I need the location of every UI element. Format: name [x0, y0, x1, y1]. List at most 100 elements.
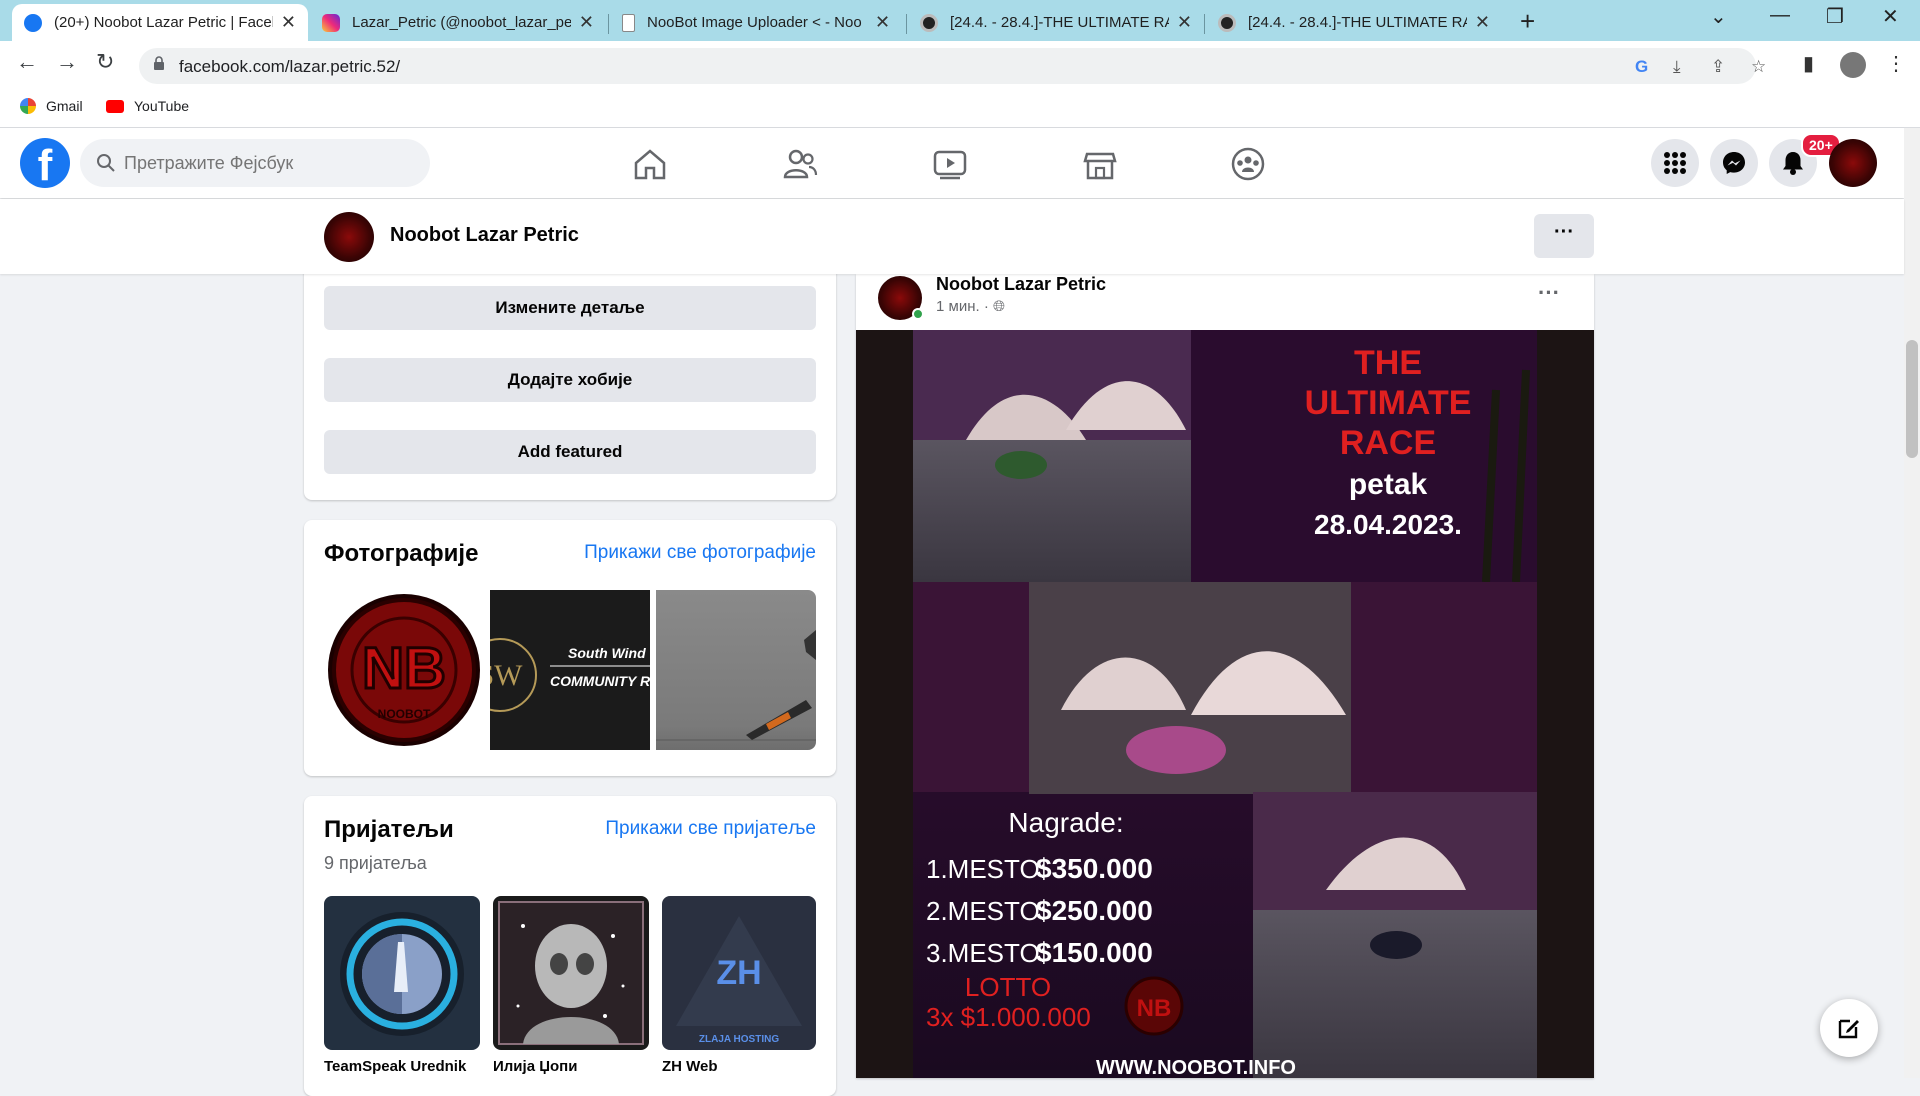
address-bar[interactable]: facebook.com/lazar.petric.52/ G ⤓ ⇪ ☆	[139, 48, 1766, 84]
install-app-icon[interactable]: ⤓	[1673, 57, 1681, 77]
bookmark-star-icon[interactable]: ☆	[1751, 57, 1766, 77]
friends-title[interactable]: Пријатељи	[324, 816, 454, 844]
scrollbar-thumb[interactable]	[1906, 340, 1918, 458]
share-icon[interactable]: ⇪	[1711, 57, 1725, 77]
close-window-button[interactable]: ✕	[1882, 4, 1899, 29]
friend-photo[interactable]	[324, 896, 480, 1050]
friend-photo[interactable]	[493, 896, 649, 1050]
friends-count: 9 пријатеља	[324, 853, 427, 873]
tab-image-uploader[interactable]: NooBot Image Uploader < - Noo ✕	[610, 4, 906, 41]
friend-photo[interactable]: ZH ZLAJA HOSTING	[662, 896, 816, 1050]
friends-card: Пријатељи Прикажи све пријатеље 9 пријат…	[304, 796, 836, 1096]
poster-prize2-label: 2.MESTO:	[926, 896, 1047, 926]
game-scene-image	[656, 630, 816, 741]
reload-icon[interactable]: ↻	[96, 49, 114, 75]
add-hobbies-button[interactable]: Додајте хобије	[324, 358, 816, 402]
tab-ultimate-race-1[interactable]: [24.4. - 28.4.]-THE ULTIMATE RAC ✕	[908, 4, 1204, 41]
poster-lotto-value: 3x $1.000.000	[926, 1002, 1091, 1032]
feed-post: Noobot Lazar Petric 1 мин. · 🌐︎ ··· THE …	[856, 274, 1594, 1078]
minimize-button[interactable]: —	[1770, 4, 1790, 27]
tab-title: Lazar_Petric (@noobot_lazar_petr	[352, 14, 571, 31]
marketplace-icon[interactable]	[1082, 146, 1118, 182]
tab-search-icon[interactable]: ⌄	[1710, 4, 1727, 29]
menu-grid-button[interactable]	[1651, 139, 1699, 187]
tab-instagram[interactable]: Lazar_Petric (@noobot_lazar_petr ✕	[310, 4, 606, 41]
friends-icon[interactable]	[782, 146, 818, 182]
photo-thumbnail[interactable]	[656, 590, 816, 750]
poster-day: petak	[1349, 468, 1428, 501]
groups-icon[interactable]	[1230, 146, 1266, 182]
new-message-button[interactable]	[1820, 999, 1878, 1057]
friend-name[interactable]: ZH Web	[662, 1058, 718, 1075]
poster-lotto-label: LOTTO	[965, 972, 1051, 1002]
browser-tab-bar: (20+) Noobot Lazar Petric | Faceb ✕ Laza…	[0, 0, 1920, 41]
page-scrollbar[interactable]	[1904, 128, 1920, 1078]
see-all-photos-link[interactable]: Прикажи све фотографије	[584, 542, 816, 564]
add-featured-button[interactable]: Add featured	[324, 430, 816, 474]
zh-hosting-logo-image: ZH ZLAJA HOSTING	[676, 916, 802, 1045]
gear-favicon-icon	[920, 13, 938, 32]
messenger-button[interactable]	[1710, 139, 1758, 187]
close-tab-icon[interactable]: ✕	[1177, 12, 1192, 33]
bookmark-gmail[interactable]: Gmail	[20, 98, 83, 114]
photo-thumbnail[interactable]: SW South Wind COMMUNITY R	[490, 590, 650, 750]
edit-details-button[interactable]: Измените детаље	[324, 286, 816, 330]
tab-title: NooBot Image Uploader < - Noo	[647, 14, 862, 31]
zh-logo-text: ZH	[716, 954, 761, 992]
messenger-icon	[1723, 152, 1745, 174]
google-lens-icon[interactable]: G	[1635, 57, 1648, 77]
poster-website: WWW.NOOBOT.INFO	[1096, 1057, 1296, 1078]
instagram-favicon-icon	[322, 13, 340, 32]
profile-avatar[interactable]	[1840, 52, 1866, 78]
poster-nb-logo: NB	[1137, 995, 1172, 1022]
poster-prize3-value: $150.000	[1036, 937, 1153, 968]
chrome-menu-icon[interactable]: ⋮	[1886, 51, 1906, 76]
poster-prize1-label: 1.MESTO:	[926, 854, 1047, 884]
profile-avatar[interactable]	[324, 212, 374, 262]
poster-prize3-label: 3.MESTO:	[926, 938, 1047, 968]
maximize-button[interactable]: ❐	[1826, 4, 1844, 29]
tab-ultimate-race-2[interactable]: [24.4. - 28.4.]-THE ULTIMATE RAC ✕	[1206, 4, 1502, 41]
post-author-name[interactable]: Noobot Lazar Petric	[936, 274, 1106, 295]
profile-more-button[interactable]: ···	[1534, 214, 1594, 258]
friend-name[interactable]: TeamSpeak Urednik	[324, 1058, 466, 1075]
new-tab-button[interactable]: +	[1520, 6, 1535, 37]
tab-facebook[interactable]: (20+) Noobot Lazar Petric | Faceb ✕	[12, 4, 308, 41]
url-text: facebook.com/lazar.petric.52/	[179, 57, 401, 76]
close-tab-icon[interactable]: ✕	[875, 12, 890, 33]
photos-card: Фотографије Прикажи све фотографије NB N…	[304, 520, 836, 776]
post-timestamp[interactable]: 1 мин. · 🌐︎	[936, 298, 1005, 315]
poster-title-line3: RACE	[1340, 424, 1436, 462]
bookmark-youtube[interactable]: YouTube	[106, 98, 189, 114]
see-all-friends-link[interactable]: Прикажи све пријатеље	[605, 818, 816, 840]
close-tab-icon[interactable]: ✕	[579, 12, 594, 33]
tab-separator	[608, 14, 609, 34]
post-more-button[interactable]: ···	[1538, 280, 1560, 306]
gear-favicon-icon	[1218, 13, 1236, 32]
poster-title-line1: THE	[1354, 344, 1422, 382]
account-avatar[interactable]	[1829, 139, 1877, 187]
side-panel-icon[interactable]: ▮	[1803, 51, 1814, 76]
facebook-header: f 20+	[0, 128, 1904, 198]
photo-thumbnail[interactable]: NB NOOBOT	[324, 590, 484, 750]
forward-arrow-icon[interactable]: →	[56, 49, 78, 75]
close-tab-icon[interactable]: ✕	[281, 12, 296, 33]
tab-separator	[906, 14, 907, 34]
back-arrow-icon[interactable]: ←	[16, 49, 38, 75]
photo-caption-line2: COMMUNITY R	[550, 673, 650, 689]
search-input[interactable]	[80, 139, 430, 187]
south-wind-image: SW South Wind COMMUNITY R	[490, 638, 650, 712]
home-icon[interactable]	[632, 146, 668, 182]
bookmark-label: Gmail	[46, 98, 83, 114]
search-icon	[97, 154, 115, 172]
close-tab-icon[interactable]: ✕	[1475, 12, 1490, 33]
friend-name[interactable]: Илија Џопи	[493, 1058, 577, 1075]
facebook-logo-icon[interactable]: f	[20, 138, 70, 188]
tab-title: (20+) Noobot Lazar Petric | Faceb	[54, 14, 273, 31]
watch-video-icon[interactable]	[932, 146, 968, 182]
post-image[interactable]: THE ULTIMATE RACE petak 28.04.2023. Nagr…	[856, 330, 1594, 1078]
lock-icon	[154, 56, 164, 70]
profile-name[interactable]: Noobot Lazar Petric	[390, 224, 579, 247]
photos-title[interactable]: Фотографије	[324, 540, 478, 568]
sw-logo-text: SW	[490, 659, 523, 692]
